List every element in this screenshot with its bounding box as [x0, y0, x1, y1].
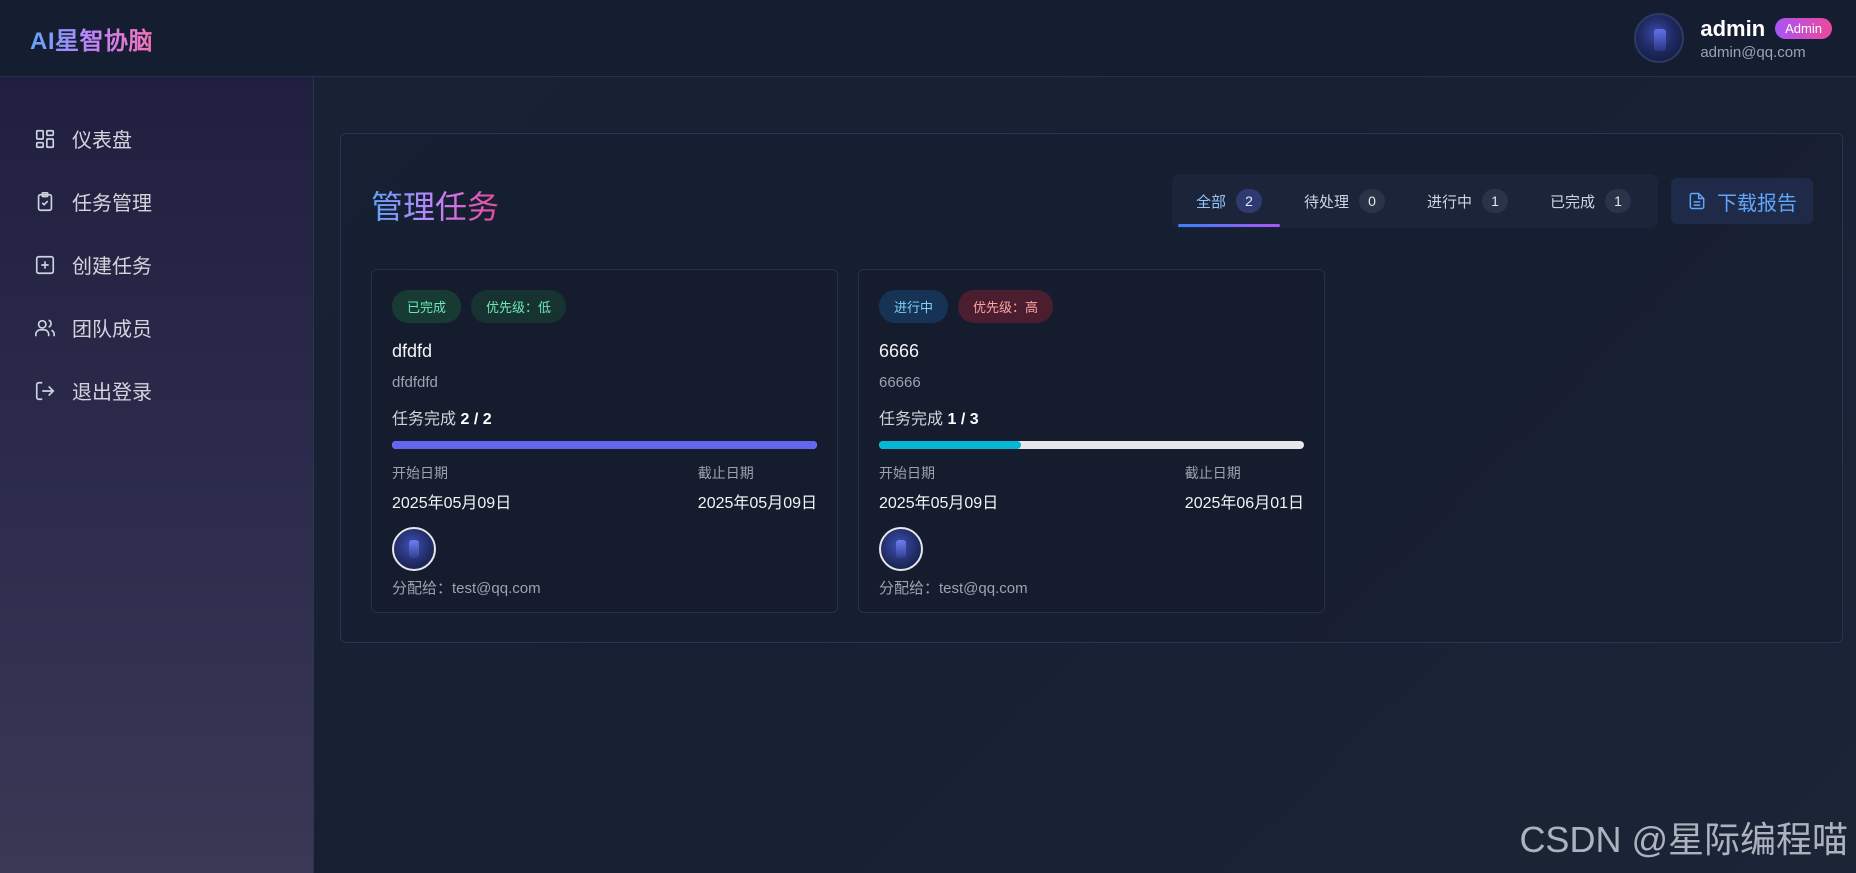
- due-date-label: 截止日期: [1184, 465, 1241, 481]
- download-report-button[interactable]: 下载报告: [1671, 178, 1813, 224]
- sidebar-item-label: 仪表盘: [72, 130, 132, 152]
- download-report-label: 下载报告: [1717, 192, 1797, 215]
- tab-count: 1: [1605, 189, 1632, 213]
- sidebar-item-dashboard[interactable]: 仪表盘: [0, 107, 313, 170]
- top-header: AI星智协脑 admin Admin admin@qq.com: [0, 0, 1856, 77]
- progress-fill: [392, 441, 817, 449]
- watermark: CSDN @星际编程喵: [1519, 819, 1848, 860]
- tab-label: 全部: [1196, 193, 1227, 211]
- status-filter-tabs: 全部 2 待处理 0 进行中 1 已完成 1: [1172, 174, 1658, 228]
- sidebar-item-logout[interactable]: 退出登录: [0, 359, 313, 422]
- sidebar-item-label: 团队成员: [72, 319, 152, 341]
- task-progress-text: 任务完成 1 / 3: [879, 405, 1304, 429]
- sidebar-item-task-management[interactable]: 任务管理: [0, 170, 313, 233]
- start-date-label: 开始日期: [392, 465, 448, 481]
- task-description: dfdfdfd: [392, 374, 438, 391]
- tab-label: 已完成: [1550, 193, 1596, 211]
- users-icon: [35, 318, 55, 336]
- tab-all[interactable]: 全部 2: [1178, 179, 1281, 227]
- assignee-avatar: [879, 527, 923, 571]
- user-avatar[interactable]: [1634, 13, 1685, 63]
- tab-label: 待处理: [1304, 193, 1350, 211]
- tab-in-progress[interactable]: 进行中 1: [1409, 179, 1526, 223]
- user-info: admin Admin admin@qq.com: [1700, 16, 1832, 61]
- tab-count: 1: [1482, 189, 1509, 213]
- sidebar: 仪表盘 任务管理 创建任务 团队成员 退出登录: [0, 77, 314, 873]
- dashboard-grid-icon: [35, 129, 55, 148]
- progress-bar: [879, 441, 1304, 449]
- start-date-label: 开始日期: [879, 465, 935, 481]
- task-progress-text: 任务完成 2 / 2: [392, 405, 817, 429]
- progress-value: 1 / 3: [947, 411, 979, 428]
- priority-badge: 优先级：低: [471, 290, 567, 323]
- logout-icon: [35, 381, 55, 400]
- user-name: admin: [1700, 15, 1766, 41]
- progress-prefix: 任务完成: [392, 411, 457, 428]
- sidebar-item-create-task[interactable]: 创建任务: [0, 233, 313, 296]
- tab-completed[interactable]: 已完成 1: [1532, 179, 1649, 223]
- tab-pending[interactable]: 待处理 0: [1286, 179, 1403, 223]
- assigned-to: 分配给：test@qq.com: [879, 580, 1028, 597]
- assignee-avatar: [392, 527, 436, 571]
- sidebar-item-label: 创建任务: [72, 256, 152, 278]
- task-card[interactable]: 已完成 优先级：低 dfdfd dfdfdfd 任务完成 2 / 2 开始日期 …: [371, 269, 838, 613]
- tab-count: 2: [1236, 189, 1263, 213]
- status-badge: 已完成: [392, 290, 462, 323]
- progress-bar: [392, 441, 817, 449]
- progress-prefix: 任务完成: [879, 411, 944, 428]
- assigned-to: 分配给：test@qq.com: [392, 580, 541, 597]
- start-date-value: 2025年05月09日: [879, 495, 999, 512]
- plus-square-icon: [35, 255, 55, 274]
- due-date-label: 截止日期: [697, 465, 754, 481]
- priority-badge: 优先级：高: [958, 290, 1054, 323]
- page-title: 管理任务: [371, 182, 499, 228]
- document-icon: [1689, 192, 1705, 210]
- start-date-value: 2025年05月09日: [392, 495, 512, 512]
- progress-fill: [879, 441, 1021, 449]
- due-date-value: 2025年05月09日: [697, 495, 817, 512]
- task-panel: 管理任务 全部 2 待处理 0 进行中 1 已完成 1 下载报告 已完成 优先级…: [340, 133, 1843, 643]
- sidebar-item-team-members[interactable]: 团队成员: [0, 296, 313, 359]
- user-profile[interactable]: admin Admin admin@qq.com: [1634, 13, 1832, 63]
- tab-label: 进行中: [1427, 193, 1473, 211]
- status-badge: 进行中: [879, 290, 949, 323]
- tab-count: 0: [1359, 189, 1386, 213]
- clipboard-check-icon: [37, 191, 53, 211]
- app-logo[interactable]: AI星智协脑: [30, 21, 153, 56]
- task-card[interactable]: 进行中 优先级：高 6666 66666 任务完成 1 / 3 开始日期 202…: [858, 269, 1325, 613]
- task-title: 6666: [879, 341, 920, 361]
- user-email: admin@qq.com: [1700, 43, 1806, 61]
- task-title: dfdfd: [392, 341, 433, 361]
- due-date-value: 2025年06月01日: [1184, 495, 1304, 512]
- role-badge: Admin: [1775, 18, 1832, 39]
- sidebar-item-label: 任务管理: [72, 193, 152, 215]
- progress-value: 2 / 2: [460, 411, 492, 428]
- task-description: 66666: [879, 374, 921, 391]
- sidebar-item-label: 退出登录: [72, 382, 152, 404]
